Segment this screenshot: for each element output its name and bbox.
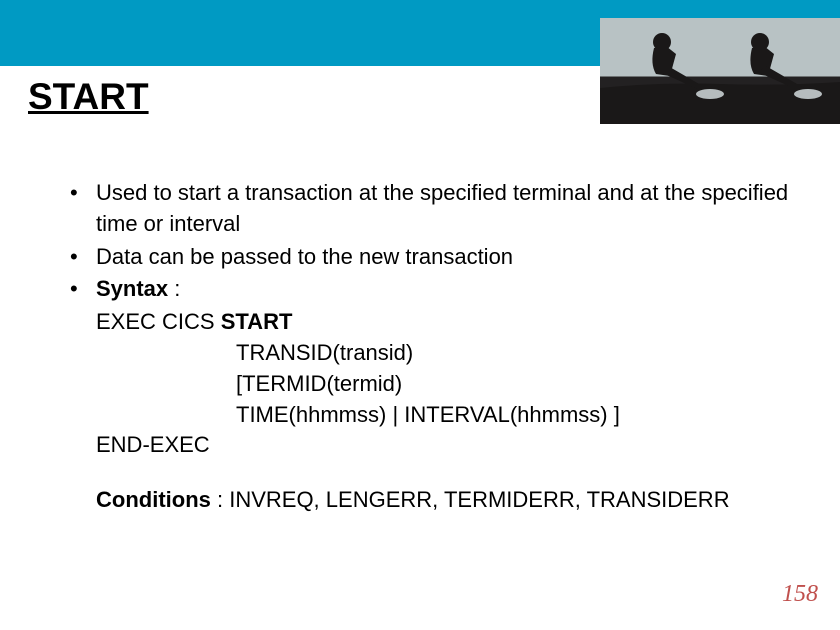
slide-title: START	[28, 76, 149, 118]
syntax-keyword: START	[221, 309, 293, 334]
conditions-text: : INVREQ, LENGERR, TERMIDERR, TRANSIDERR	[211, 487, 730, 512]
bullet-marker: •	[68, 178, 96, 240]
bullet-text: Data can be passed to the new transactio…	[96, 242, 800, 273]
slide-body: • Used to start a transaction at the spe…	[68, 178, 800, 516]
syntax-text: [TERMID(termid)	[236, 371, 402, 396]
syntax-text: TIME(hhmmss) | INTERVAL(hhmmss) ]	[236, 402, 620, 427]
bullet-item: • Used to start a transaction at the spe…	[68, 178, 800, 240]
conditions-line: Conditions : INVREQ, LENGERR, TERMIDERR,…	[68, 485, 800, 516]
bullet-item: • Syntax :	[68, 274, 800, 305]
page-number: 158	[782, 581, 818, 608]
syntax-text: END-EXEC	[96, 432, 210, 457]
rowers-silhouette-icon	[600, 18, 840, 124]
syntax-text: TRANSID(transid)	[236, 340, 413, 365]
syntax-line: [TERMID(termid)	[68, 369, 800, 400]
bullet-marker: •	[68, 242, 96, 273]
slide: START • Used to start a transaction at t…	[0, 0, 840, 630]
bullet-item: • Data can be passed to the new transact…	[68, 242, 800, 273]
syntax-line: TRANSID(transid)	[68, 338, 800, 369]
bullet-marker: •	[68, 274, 96, 305]
syntax-colon: :	[168, 276, 180, 301]
syntax-line: END-EXEC	[68, 430, 800, 461]
bullet-text: Used to start a transaction at the speci…	[96, 178, 800, 240]
syntax-label: Syntax	[96, 276, 168, 301]
rowers-image	[600, 18, 840, 124]
conditions-label: Conditions	[96, 487, 211, 512]
syntax-line: EXEC CICS START	[68, 307, 800, 338]
bullet-text: Syntax :	[96, 274, 800, 305]
syntax-text: EXEC CICS	[96, 309, 221, 334]
spacer	[68, 461, 800, 485]
syntax-line: TIME(hhmmss) | INTERVAL(hhmmss) ]	[68, 400, 800, 431]
